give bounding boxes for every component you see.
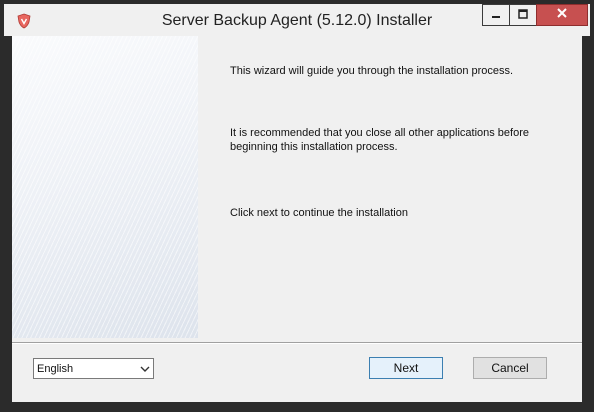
language-select-value: English <box>37 362 74 375</box>
intro-text: This wizard will guide you through the i… <box>230 65 514 77</box>
minimize-button[interactable] <box>482 4 510 26</box>
close-icon <box>556 6 568 24</box>
cancel-button[interactable]: Cancel <box>473 357 547 379</box>
footer-divider <box>12 342 582 344</box>
chevron-down-icon <box>140 364 150 374</box>
recommend-text: It is recommended that you close all oth… <box>230 127 529 153</box>
wizard-body: This wizard will guide you through the i… <box>12 36 582 402</box>
title-bar[interactable]: Server Backup Agent (5.12.0) Installer <box>4 4 590 36</box>
minimize-icon <box>491 6 501 24</box>
next-button[interactable]: Next <box>369 357 443 379</box>
maximize-button[interactable] <box>509 4 537 26</box>
continue-text: Click next to continue the installation <box>230 207 408 219</box>
installer-window: Server Backup Agent (5.12.0) Installer T… <box>0 0 594 412</box>
wizard-side-banner <box>12 36 198 338</box>
language-select[interactable]: English <box>33 358 154 379</box>
maximize-icon <box>518 6 528 24</box>
close-button[interactable] <box>536 4 588 26</box>
